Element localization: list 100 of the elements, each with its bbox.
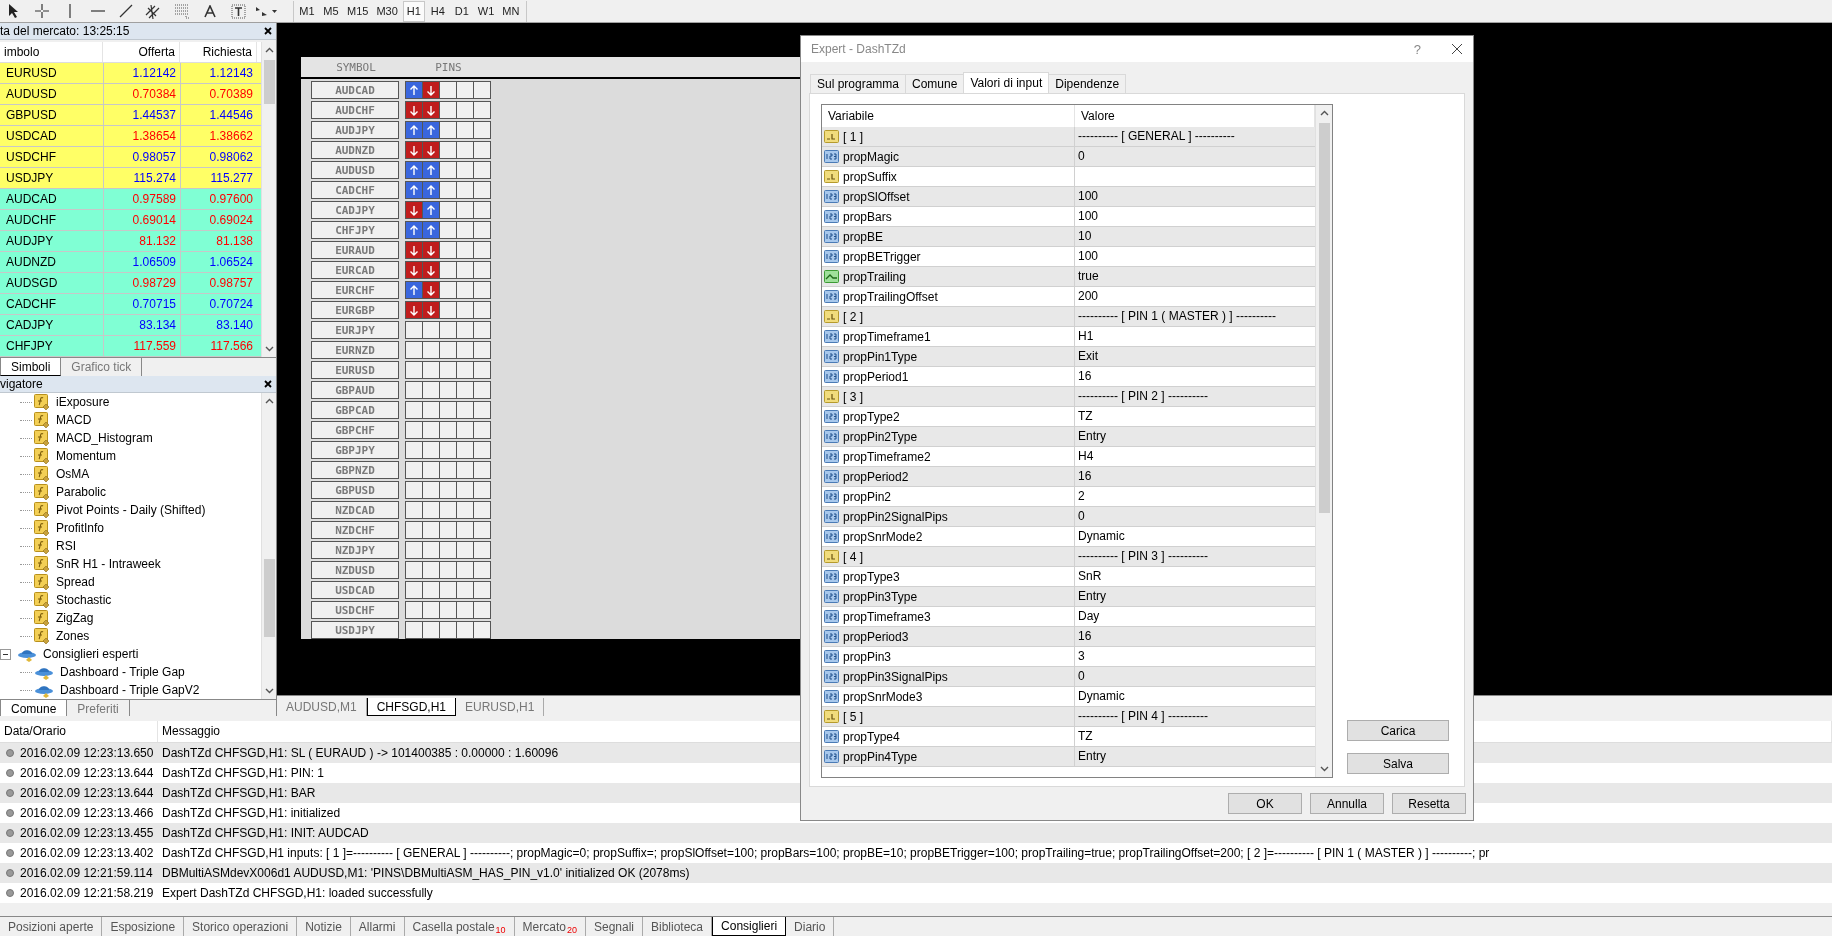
input-row[interactable]: [ 1 ] ---------- [ GENERAL ] ---------- bbox=[822, 127, 1315, 148]
timeframe-button[interactable]: M5 bbox=[320, 0, 342, 22]
input-row[interactable]: [ 4 ] ---------- [ PIN 3 ] ---------- bbox=[822, 547, 1315, 568]
symbol-button[interactable]: USDJPY bbox=[311, 621, 399, 639]
variable-value[interactable]: Dynamic bbox=[1075, 687, 1315, 707]
variable-value[interactable]: TZ bbox=[1075, 407, 1315, 427]
variable-value[interactable]: 0 bbox=[1075, 507, 1315, 527]
market-watch-row[interactable]: AUDCAD 0.97589 0.97600 bbox=[0, 189, 261, 210]
timeframe-button[interactable]: D1 bbox=[450, 0, 473, 22]
terminal-tab[interactable]: Consiglieri bbox=[712, 917, 787, 936]
market-watch-row[interactable]: CADJPY 83.134 83.140 bbox=[0, 315, 261, 336]
variable-value[interactable]: Entry bbox=[1075, 747, 1315, 767]
side-button[interactable]: Carica bbox=[1347, 720, 1449, 742]
tree-item[interactable]: ProfitInfo bbox=[56, 521, 105, 535]
input-row[interactable]: [ 5 ] ---------- [ PIN 4 ] ---------- bbox=[822, 707, 1315, 728]
variable-value[interactable]: 0 bbox=[1075, 147, 1315, 167]
variable-value[interactable]: 3 bbox=[1075, 647, 1315, 667]
terminal-tab[interactable]: Segnali bbox=[586, 917, 643, 936]
variable-value[interactable]: Exit bbox=[1075, 347, 1315, 367]
market-watch-row[interactable]: USDCHF 0.98057 0.98062 bbox=[0, 147, 261, 168]
symbol-button[interactable]: EURGBP bbox=[311, 301, 399, 319]
tree-item[interactable]: MACD bbox=[56, 413, 92, 427]
dialog-tab[interactable]: Dipendenze bbox=[1048, 74, 1127, 94]
variable-value[interactable]: SnR bbox=[1075, 567, 1315, 587]
input-row[interactable]: propPin3SignalPips 0 bbox=[822, 667, 1315, 688]
timeframe-button[interactable]: M1 bbox=[296, 0, 318, 22]
scrollbar-thumb[interactable] bbox=[263, 60, 275, 104]
timeframe-button[interactable]: M15 bbox=[344, 0, 372, 22]
variable-value[interactable]: true bbox=[1075, 267, 1315, 287]
symbol-button[interactable]: CADCHF bbox=[311, 181, 399, 199]
variable-value[interactable]: Dynamic bbox=[1075, 527, 1315, 547]
symbol-button[interactable]: EURUSD bbox=[311, 361, 399, 379]
tree-item[interactable]: Momentum bbox=[56, 449, 117, 463]
scroll-down-icon[interactable] bbox=[264, 688, 274, 694]
column-header[interactable]: imbolo bbox=[0, 42, 103, 62]
input-row[interactable]: propPin2Type Entry bbox=[822, 427, 1315, 448]
symbol-button[interactable]: EURJPY bbox=[311, 321, 399, 339]
scroll-up-icon[interactable] bbox=[1319, 110, 1329, 117]
tree-item[interactable]: Consiglieri esperti bbox=[43, 647, 139, 661]
trend-line-icon[interactable] bbox=[119, 4, 133, 18]
variable-value[interactable]: ---------- [ PIN 2 ] ---------- bbox=[1075, 387, 1315, 407]
tree-item[interactable]: Zones bbox=[56, 629, 90, 643]
market-watch-row[interactable]: CHFJPY 117.559 117.566 bbox=[0, 336, 261, 357]
column-header[interactable]: Richiesta bbox=[180, 42, 257, 62]
dialog-button[interactable]: OK bbox=[1228, 793, 1302, 814]
tree-item[interactable]: Spread bbox=[56, 575, 95, 589]
variable-value[interactable]: 16 bbox=[1075, 367, 1315, 387]
input-row[interactable]: propTimeframe3 Day bbox=[822, 607, 1315, 628]
input-row[interactable]: propSnrMode3 Dynamic bbox=[822, 687, 1315, 708]
vertical-scrollbar[interactable] bbox=[261, 42, 276, 357]
variable-value[interactable]: 10 bbox=[1075, 227, 1315, 247]
scrollbar-thumb[interactable] bbox=[263, 559, 275, 637]
input-row[interactable]: propBars 100 bbox=[822, 207, 1315, 228]
symbol-button[interactable]: USDCAD bbox=[311, 581, 399, 599]
tree-item[interactable]: Dashboard - Triple Gap bbox=[60, 665, 185, 679]
tree-item[interactable]: ZigZag bbox=[56, 611, 94, 625]
dialog-button[interactable]: Resetta bbox=[1392, 793, 1466, 814]
scrollbar-thumb[interactable] bbox=[1318, 123, 1330, 514]
crosshair-icon[interactable] bbox=[34, 3, 50, 19]
text-tool-icon[interactable] bbox=[204, 4, 216, 18]
symbol-button[interactable]: EURCHF bbox=[311, 281, 399, 299]
input-row[interactable]: propPin3 3 bbox=[822, 647, 1315, 668]
scroll-down-icon[interactable] bbox=[1319, 766, 1329, 773]
input-row[interactable]: propType4 TZ bbox=[822, 727, 1315, 748]
symbol-button[interactable]: USDCHF bbox=[311, 601, 399, 619]
symbol-button[interactable]: GBPCHF bbox=[311, 421, 399, 439]
input-row[interactable]: propPin2SignalPips 0 bbox=[822, 507, 1315, 528]
input-row[interactable]: propTimeframe1 H1 bbox=[822, 327, 1315, 348]
input-row[interactable]: propSnrMode2 Dynamic bbox=[822, 527, 1315, 548]
variable-value[interactable]: H4 bbox=[1075, 447, 1315, 467]
input-row[interactable]: propPin1Type Exit bbox=[822, 347, 1315, 368]
column-header[interactable]: Data/Orario bbox=[0, 721, 158, 742]
variable-value[interactable]: ---------- [ PIN 3 ] ---------- bbox=[1075, 547, 1315, 567]
variable-value[interactable]: Entry bbox=[1075, 427, 1315, 447]
cursor-icon[interactable] bbox=[8, 3, 20, 19]
column-header[interactable]: Offerta bbox=[103, 42, 180, 62]
market-watch-row[interactable]: AUDUSD 0.70384 0.70389 bbox=[0, 84, 261, 105]
tree-item[interactable]: OsMA bbox=[56, 467, 90, 481]
dialog-tab[interactable]: Valori di input bbox=[963, 72, 1050, 94]
timeframe-button[interactable]: M30 bbox=[373, 0, 401, 22]
symbol-button[interactable]: AUDCHF bbox=[311, 101, 399, 119]
dialog-button[interactable]: Annulla bbox=[1310, 793, 1384, 814]
timeframe-button[interactable]: H1 bbox=[402, 0, 425, 22]
symbol-button[interactable]: GBPCAD bbox=[311, 401, 399, 419]
variable-value[interactable]: 16 bbox=[1075, 627, 1315, 647]
terminal-tab[interactable]: Esposizione bbox=[102, 917, 185, 936]
market-watch-row[interactable]: CADCHF 0.70715 0.70724 bbox=[0, 294, 261, 315]
variable-value[interactable]: ---------- [ PIN 4 ] ---------- bbox=[1075, 707, 1315, 727]
close-icon[interactable] bbox=[264, 380, 272, 388]
scroll-up-icon[interactable] bbox=[264, 398, 274, 404]
input-row[interactable]: propBETrigger 100 bbox=[822, 247, 1315, 268]
input-row[interactable]: propSlOffset 100 bbox=[822, 187, 1315, 208]
symbol-button[interactable]: EURNZD bbox=[311, 341, 399, 359]
timeframe-button[interactable]: H4 bbox=[426, 0, 449, 22]
input-row[interactable]: propType3 SnR bbox=[822, 567, 1315, 588]
variable-value[interactable]: H1 bbox=[1075, 327, 1315, 347]
horizontal-line-icon[interactable] bbox=[90, 9, 106, 13]
market-watch-row[interactable]: AUDNZD 1.06509 1.06524 bbox=[0, 252, 261, 273]
scroll-up-icon[interactable] bbox=[264, 47, 274, 53]
tree-item[interactable]: RSI bbox=[56, 539, 76, 553]
